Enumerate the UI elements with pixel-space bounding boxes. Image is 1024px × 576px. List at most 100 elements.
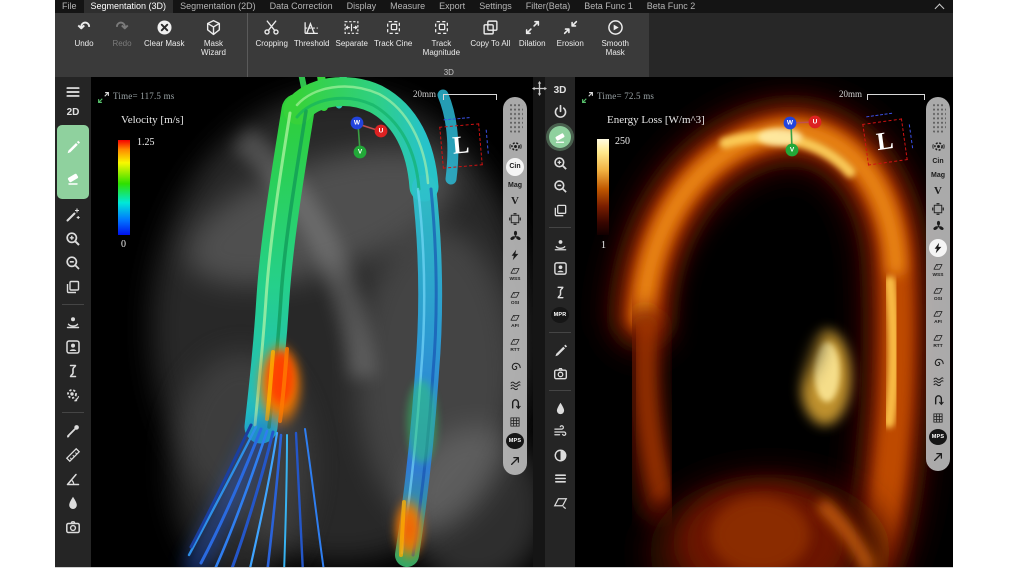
expand-viewport-icon[interactable] bbox=[97, 91, 110, 104]
track-magnitude-button[interactable]: Track Magnitude bbox=[415, 16, 467, 67]
magnitude-mode-button[interactable]: Mag bbox=[931, 172, 945, 180]
diagonal-arrow-button[interactable] bbox=[509, 455, 521, 467]
hamburger-menu-icon[interactable] bbox=[64, 83, 82, 100]
wave-button[interactable] bbox=[509, 379, 522, 392]
bounding-box-button[interactable] bbox=[932, 203, 944, 215]
clear-mask-button[interactable]: Clear Mask bbox=[141, 16, 187, 67]
threshold-button[interactable]: Threshold bbox=[291, 16, 333, 67]
diagonal-arrow-button[interactable] bbox=[932, 451, 944, 463]
collapse-ribbon-chevron-icon[interactable] bbox=[936, 0, 943, 13]
menu-beta-func-2[interactable]: Beta Func 2 bbox=[640, 0, 703, 13]
vortex-spiral-button[interactable] bbox=[509, 360, 522, 373]
duplicate-layers-button[interactable] bbox=[65, 278, 81, 295]
afi-map-button[interactable]: AFI bbox=[509, 313, 521, 331]
eraser-tool-button[interactable] bbox=[65, 170, 81, 186]
sync-settings-button[interactable] bbox=[65, 386, 81, 403]
seed-point-3d-button[interactable] bbox=[553, 237, 568, 254]
vortex-spiral-button[interactable] bbox=[932, 356, 945, 369]
droplet-button[interactable] bbox=[65, 494, 81, 511]
zoom-out-3d-button[interactable] bbox=[553, 178, 568, 195]
droplet-3d-button[interactable] bbox=[553, 400, 568, 417]
redo-button[interactable]: ↷ Redo bbox=[103, 16, 141, 67]
menu-segmentation-3d[interactable]: Segmentation (3D) bbox=[84, 0, 174, 13]
rotate-gear-button[interactable] bbox=[509, 140, 522, 153]
drag-handle-icon[interactable] bbox=[508, 102, 523, 134]
wind-flow-button[interactable] bbox=[553, 423, 568, 440]
viewport-energy-loss[interactable]: Time= 72.5 ms Energy Loss [W/m^3] 250 1 … bbox=[575, 77, 953, 567]
brush-tool-button[interactable] bbox=[65, 138, 81, 154]
menu-export[interactable]: Export bbox=[432, 0, 472, 13]
menu-measure[interactable]: Measure bbox=[383, 0, 432, 13]
contrast-button[interactable] bbox=[553, 447, 568, 464]
drag-handle-icon[interactable] bbox=[931, 102, 946, 134]
track-cine-button[interactable]: Track Cine bbox=[371, 16, 415, 67]
expand-viewport-icon[interactable] bbox=[581, 91, 594, 104]
menu-display[interactable]: Display bbox=[340, 0, 384, 13]
seed-point-button[interactable] bbox=[65, 314, 81, 331]
power-toggle-button[interactable] bbox=[553, 103, 568, 120]
cine-mode-button[interactable]: Cin bbox=[506, 158, 524, 176]
rtt-map-button[interactable]: RTT bbox=[509, 337, 521, 355]
menu-beta-func-1[interactable]: Beta Func 1 bbox=[577, 0, 640, 13]
fan-streamlines-button[interactable] bbox=[509, 230, 522, 243]
mps-button[interactable]: MPS bbox=[929, 429, 947, 445]
angle-measure-button[interactable] bbox=[65, 470, 81, 487]
copy-to-all-button[interactable]: Copy To All bbox=[467, 16, 513, 67]
wave-button[interactable] bbox=[932, 375, 945, 388]
velocity-mode-button[interactable]: V bbox=[934, 185, 942, 197]
magic-wand-button[interactable] bbox=[65, 206, 81, 223]
screenshot-camera-3d-button[interactable] bbox=[553, 365, 568, 382]
uturn-pathlines-button[interactable] bbox=[509, 397, 522, 410]
rotate-gear-button[interactable] bbox=[932, 140, 945, 153]
flow-flux-3d-button[interactable] bbox=[553, 284, 568, 301]
menu-segmentation-2d[interactable]: Segmentation (2D) bbox=[173, 0, 263, 13]
duplicate-layers-3d-button[interactable] bbox=[553, 202, 568, 219]
osi-map-button[interactable]: OSI bbox=[932, 286, 944, 304]
portrait-view-3d-button[interactable] bbox=[553, 260, 568, 277]
ruler-measure-button[interactable] bbox=[65, 446, 81, 463]
undo-button[interactable]: ↶ Undo bbox=[65, 16, 103, 67]
grid-button[interactable] bbox=[509, 416, 521, 428]
screenshot-camera-button[interactable] bbox=[65, 518, 81, 535]
mps-button[interactable]: MPS bbox=[506, 433, 524, 449]
cropping-button[interactable]: Cropping bbox=[252, 16, 290, 67]
magnitude-mode-button[interactable]: Mag bbox=[508, 182, 522, 190]
erosion-button[interactable]: Erosion bbox=[551, 16, 589, 67]
flow-bolt-button[interactable] bbox=[509, 249, 521, 261]
flow-bolt-button[interactable] bbox=[929, 239, 947, 257]
bounding-box-button[interactable] bbox=[509, 213, 521, 225]
menu-file[interactable]: File bbox=[55, 0, 84, 13]
grid-button[interactable] bbox=[932, 412, 944, 424]
rtt-map-button[interactable]: RTT bbox=[932, 333, 944, 351]
viewport-velocity-streamlines[interactable]: Time= 117.5 ms Velocity [m/s] 1.25 0 20m… bbox=[91, 77, 533, 567]
eraser-3d-tool-button[interactable] bbox=[549, 126, 571, 148]
osi-map-button[interactable]: OSI bbox=[509, 290, 521, 308]
mpr-button[interactable]: MPR bbox=[551, 307, 569, 323]
zoom-in-3d-button[interactable] bbox=[553, 155, 568, 172]
eyedropper-button[interactable] bbox=[65, 422, 81, 439]
velocity-mode-button[interactable]: V bbox=[511, 195, 519, 207]
cine-mode-button[interactable]: Cin bbox=[932, 158, 943, 166]
menu-settings[interactable]: Settings bbox=[472, 0, 519, 13]
svg-text:V: V bbox=[358, 149, 363, 156]
afi-map-button[interactable]: AFI bbox=[932, 309, 944, 327]
smooth-mask-button[interactable]: Smooth Mask bbox=[589, 16, 641, 67]
dilation-button[interactable]: Dilation bbox=[513, 16, 551, 67]
surface-plane-button[interactable] bbox=[553, 494, 568, 511]
mask-wizard-button[interactable]: Mask Wizard bbox=[187, 16, 239, 67]
separate-button[interactable]: Separate bbox=[333, 16, 371, 67]
stack-lines-button[interactable] bbox=[553, 470, 568, 487]
fan-streamlines-button[interactable] bbox=[932, 220, 945, 233]
zoom-out-button[interactable] bbox=[65, 254, 81, 271]
menu-data-correction[interactable]: Data Correction bbox=[263, 0, 340, 13]
move-splitter-icon[interactable] bbox=[530, 79, 548, 97]
wss-map-button[interactable]: WSS bbox=[509, 266, 521, 284]
uturn-pathlines-button[interactable] bbox=[932, 393, 945, 406]
flow-flux-button[interactable] bbox=[65, 362, 81, 379]
menu-filter-beta[interactable]: Filter(Beta) bbox=[519, 0, 578, 13]
viewport-splitter[interactable] bbox=[533, 77, 545, 567]
portrait-view-button[interactable] bbox=[65, 338, 81, 355]
wss-map-button[interactable]: WSS bbox=[932, 262, 944, 280]
zoom-in-button[interactable] bbox=[65, 230, 81, 247]
pen-3d-button[interactable] bbox=[553, 341, 568, 358]
